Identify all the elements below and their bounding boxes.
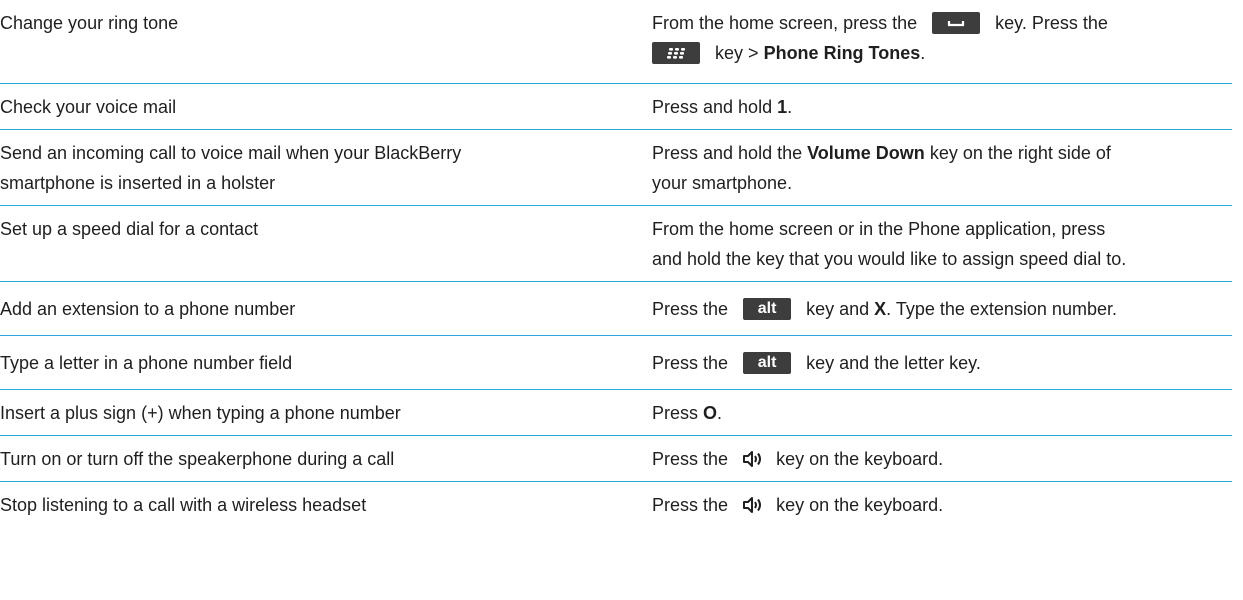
shortcut-text: key and: [806, 299, 870, 319]
shortcut-text: .: [920, 43, 926, 63]
speaker-icon: [743, 450, 762, 467]
shortcut-text: key and the letter key.: [806, 353, 981, 373]
table-row: Type a letter in a phone number field Pr…: [0, 336, 1232, 390]
shortcut-text: key >: [715, 43, 759, 63]
shortcut-cell: Press and hold the Volume Down key on th…: [652, 138, 1232, 198]
shortcut-cell: Press and hold 1.: [652, 92, 1232, 122]
task-text: Type a letter in a phone number field: [0, 353, 293, 373]
shortcut-line: From the home screen, press the key. Pre…: [652, 8, 1232, 38]
shortcut-line: From the home screen or in the Phone app…: [652, 219, 1106, 239]
shortcut-cell: From the home screen, press the key. Pre…: [652, 8, 1232, 68]
shortcut-text: Press the: [652, 299, 729, 319]
table-row: Turn on or turn off the speakerphone dur…: [0, 436, 1232, 482]
key-label: O: [703, 403, 718, 423]
table-row: Set up a speed dial for a contact From t…: [0, 206, 1232, 282]
task-text: Check your voice mail: [0, 97, 177, 117]
table-row: Add an extension to a phone number Press…: [0, 282, 1232, 336]
shortcut-line: your smartphone.: [652, 173, 793, 193]
shortcut-cell: Press the key on the keyboard.: [652, 490, 1232, 520]
task-text: Insert a plus sign (+) when typing a pho…: [0, 403, 401, 423]
shortcut-line: Press and hold the Volume Down key on th…: [652, 138, 1232, 168]
task-text: Stop listening to a call with a wireless…: [0, 495, 367, 515]
shortcut-cell: Press the alt key and X. Type the extens…: [652, 294, 1232, 324]
shortcut-text: key on the right side of: [929, 143, 1111, 163]
task-text: Add an extension to a phone number: [0, 299, 296, 319]
task-text: Turn on or turn off the speakerphone dur…: [0, 449, 395, 469]
shortcut-cell: Press the key on the keyboard.: [652, 444, 1232, 474]
task-cell: Stop listening to a call with a wireless…: [0, 490, 600, 520]
key-label: 1: [777, 97, 788, 117]
shortcut-cell: Press the alt key and the letter key.: [652, 348, 1232, 378]
shortcut-line: key > Phone Ring Tones.: [652, 38, 1232, 68]
task-cell: Change your ring tone: [0, 8, 600, 38]
shortcut-text: . Type the extension number.: [886, 299, 1117, 319]
task-cell: Turn on or turn off the speakerphone dur…: [0, 444, 600, 474]
task-text: Set up a speed dial for a contact: [0, 219, 259, 239]
shortcut-text: .: [717, 403, 723, 423]
menu-key-icon: [652, 41, 700, 64]
alt-key-icon: alt: [743, 297, 792, 320]
task-cell: Type a letter in a phone number field: [0, 348, 600, 378]
alt-key-icon: alt: [743, 351, 792, 374]
table-row: Stop listening to a call with a wireless…: [0, 482, 1232, 528]
shortcut-text: Press the: [652, 353, 729, 373]
shortcut-text: Press and hold the: [652, 143, 803, 163]
shortcut-cell: Press O.: [652, 398, 1232, 428]
shortcut-text: Press the: [652, 449, 729, 469]
table-row: Change your ring tone From the home scre…: [0, 0, 1232, 84]
key-label: Volume Down: [807, 143, 925, 163]
shortcut-text: key on the keyboard.: [776, 449, 944, 469]
table-row: Insert a plus sign (+) when typing a pho…: [0, 390, 1232, 436]
shortcut-text: key. Press the: [995, 13, 1108, 33]
end-key-icon: [932, 11, 981, 34]
shortcut-text: Press and hold: [652, 97, 773, 117]
task-cell: Check your voice mail: [0, 92, 600, 122]
speaker-icon: [743, 496, 762, 513]
shortcut-text: From the home screen, press the: [652, 13, 918, 33]
shortcut-text: Press: [652, 403, 699, 423]
shortcut-text: Press the: [652, 495, 729, 515]
task-cell: Send an incoming call to voice mail when…: [0, 138, 600, 198]
shortcut-text: key on the keyboard.: [776, 495, 944, 515]
table-row: Send an incoming call to voice mail when…: [0, 130, 1232, 206]
task-cell: Add an extension to a phone number: [0, 294, 600, 324]
task-text: smartphone is inserted in a holster: [0, 173, 276, 193]
key-label: X: [874, 299, 887, 319]
shortcut-line: and hold the key that you would like to …: [652, 249, 1127, 269]
task-text: Change your ring tone: [0, 13, 179, 33]
task-text: Send an incoming call to voice mail when…: [0, 143, 462, 163]
task-cell: Insert a plus sign (+) when typing a pho…: [0, 398, 600, 428]
menu-path: Phone Ring Tones: [763, 43, 921, 63]
table-row: Check your voice mail Press and hold 1.: [0, 84, 1232, 130]
shortcut-text: .: [787, 97, 793, 117]
shortcut-cell: From the home screen or in the Phone app…: [652, 214, 1232, 274]
task-cell: Set up a speed dial for a contact: [0, 214, 600, 244]
